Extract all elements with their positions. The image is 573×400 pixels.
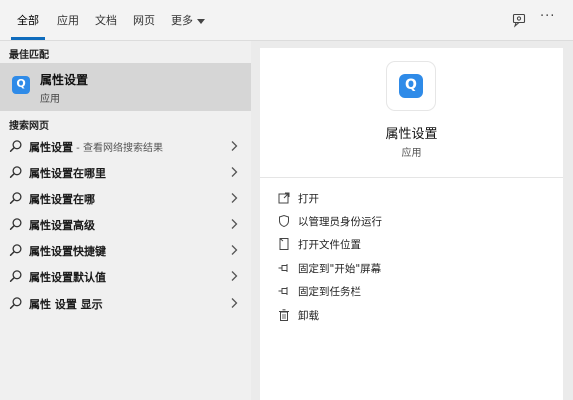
- chevron-right-icon[interactable]: [229, 218, 239, 230]
- divider: [260, 177, 563, 178]
- web-search-item[interactable]: 属性设置在哪里: [0, 159, 251, 185]
- web-search-query: 属性设置高级: [29, 219, 95, 232]
- chevron-right-icon[interactable]: [229, 244, 239, 256]
- action-label: 固定到"开始"屏幕: [298, 263, 382, 275]
- pin-icon: [278, 264, 288, 272]
- app-q-icon: [12, 76, 30, 94]
- detail-app-title: 属性设置: [385, 127, 438, 142]
- web-search-item[interactable]: 属性设置在哪: [0, 185, 251, 211]
- action-label: 卸载: [298, 310, 319, 322]
- web-search-query: 属性设置快捷键: [29, 245, 106, 258]
- web-search-item[interactable]: 属性设置默认值: [0, 263, 251, 289]
- best-match-title: 属性设置: [40, 73, 89, 87]
- web-search-label: 属性设置在哪里: [29, 165, 106, 181]
- app-q-icon: [399, 74, 423, 98]
- action-label: 以管理员身份运行: [298, 216, 382, 228]
- chevron-right-icon[interactable]: [229, 192, 239, 204]
- search-icon: [9, 270, 22, 282]
- web-search-label: 属性 设置 显示: [29, 296, 103, 312]
- pin-icon: [278, 287, 288, 295]
- web-search-query: 属性设置在哪里: [29, 167, 106, 180]
- tab-more-label: 更多: [171, 14, 193, 27]
- web-search-item[interactable]: 属性设置高级: [0, 211, 251, 237]
- action-item[interactable]: 卸载: [260, 304, 563, 326]
- search-icon: [9, 218, 22, 230]
- trash-icon: [279, 309, 289, 321]
- active-tab-indicator: [11, 37, 45, 40]
- tab-all[interactable]: 全部: [17, 12, 39, 28]
- action-item[interactable]: 固定到"开始"屏幕: [260, 257, 563, 279]
- web-search-heading: 搜索网页: [9, 121, 49, 132]
- web-search-query: 属性设置在哪: [29, 193, 95, 206]
- file-location-icon: [279, 238, 289, 250]
- app-q-icon-large: [387, 62, 435, 110]
- web-search-query: 属性 设置 显示: [29, 298, 103, 311]
- tab-documents[interactable]: 文档: [95, 12, 117, 28]
- chevron-right-icon[interactable]: [229, 140, 239, 152]
- action-item[interactable]: 以管理员身份运行: [260, 210, 563, 232]
- run-as-admin-icon: [279, 214, 289, 228]
- search-icon: [9, 166, 22, 178]
- chevron-down-icon: [197, 18, 205, 24]
- web-search-suffix: - 查看网络搜索结果: [73, 143, 163, 154]
- chevron-right-icon[interactable]: [229, 270, 239, 282]
- action-label: 固定到任务栏: [298, 286, 361, 298]
- web-search-label: 属性设置默认值: [29, 269, 106, 285]
- action-label: 打开: [298, 193, 319, 205]
- search-icon: [9, 244, 22, 256]
- detail-panel: 属性设置 应用 打开以管理员身份运行打开文件位置固定到"开始"屏幕固定到任务栏卸…: [260, 48, 563, 400]
- chevron-right-icon[interactable]: [229, 166, 239, 178]
- search-tab-bar: 全部 应用 文档 网页 更多 ···: [0, 0, 573, 41]
- tab-web[interactable]: 网页: [133, 12, 155, 28]
- web-search-label: 属性设置在哪: [29, 191, 95, 207]
- web-search-label: 属性设置快捷键: [29, 243, 106, 259]
- best-match-heading: 最佳匹配: [9, 50, 49, 61]
- search-icon: [9, 297, 22, 309]
- tab-apps[interactable]: 应用: [57, 12, 79, 28]
- web-search-query: 属性设置默认值: [29, 271, 106, 284]
- web-search-item[interactable]: 属性设置 - 查看网络搜索结果: [0, 133, 251, 159]
- feedback-icon[interactable]: [511, 12, 527, 28]
- chevron-right-icon[interactable]: [229, 297, 239, 309]
- web-search-label: 属性设置 - 查看网络搜索结果: [29, 139, 163, 155]
- best-match-item[interactable]: 属性设置 应用: [0, 63, 251, 111]
- detail-app-subtitle: 应用: [401, 148, 422, 159]
- action-label: 打开文件位置: [298, 239, 361, 251]
- web-search-item[interactable]: 属性 设置 显示: [0, 290, 251, 316]
- web-search-query: 属性设置: [29, 141, 73, 154]
- best-match-subtitle: 应用: [40, 94, 60, 105]
- action-item[interactable]: 打开: [260, 187, 563, 209]
- web-search-item[interactable]: 属性设置快捷键: [0, 237, 251, 263]
- tab-more[interactable]: 更多: [171, 12, 205, 28]
- action-item[interactable]: 固定到任务栏: [260, 280, 563, 302]
- search-icon: [9, 192, 22, 204]
- action-item[interactable]: 打开文件位置: [260, 233, 563, 255]
- search-icon: [9, 140, 22, 152]
- web-search-label: 属性设置高级: [29, 217, 95, 233]
- results-panel: 最佳匹配 属性设置 应用 搜索网页 属性设置 - 查看网络搜索结果属性设置在哪里…: [0, 41, 251, 400]
- more-options-icon[interactable]: ···: [540, 9, 556, 25]
- open-icon: [278, 192, 290, 204]
